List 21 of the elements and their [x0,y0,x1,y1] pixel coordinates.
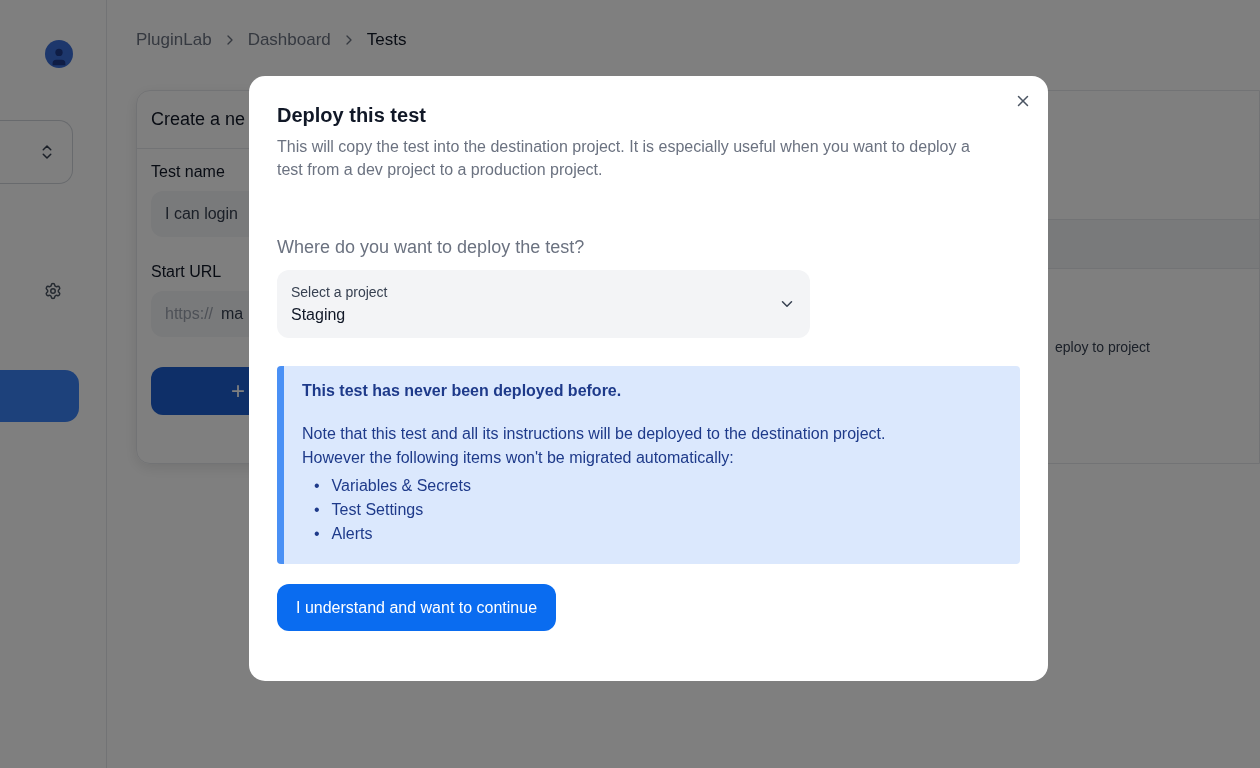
bullet: • [314,500,320,520]
alert-title: This test has never been deployed before. [302,382,623,400]
alert-list-item: Variables & Secrets [331,476,471,496]
bullet: • [314,524,320,544]
question-label: Where do you want to deploy the test? [277,237,586,258]
alert-text: Note that this test and all its instructions will be deployed to the destination project. However the following items won't be migrated automatically: [302,424,887,468]
continue-button[interactable]: I understand and want to continue [277,584,557,631]
avatar[interactable] [45,40,73,68]
alert-list-item: Alerts [331,524,373,544]
field-label: Test name [151,163,225,181]
bullet: • [314,476,320,496]
breadcrumb-item[interactable]: Tests [366,30,407,50]
field-value: ma [221,305,244,323]
alert-list-item: Test Settings [331,500,424,520]
settings-icon[interactable] [44,282,62,300]
breadcrumb-item[interactable]: Dashboard [247,30,331,50]
field-label: Start URL [151,263,222,281]
project-select[interactable]: Select a project Staging [277,270,810,338]
panel-text: eploy to project [1055,339,1151,355]
modal-title: Deploy this test [277,104,427,127]
breadcrumb-item[interactable]: PluginLab [136,30,212,50]
